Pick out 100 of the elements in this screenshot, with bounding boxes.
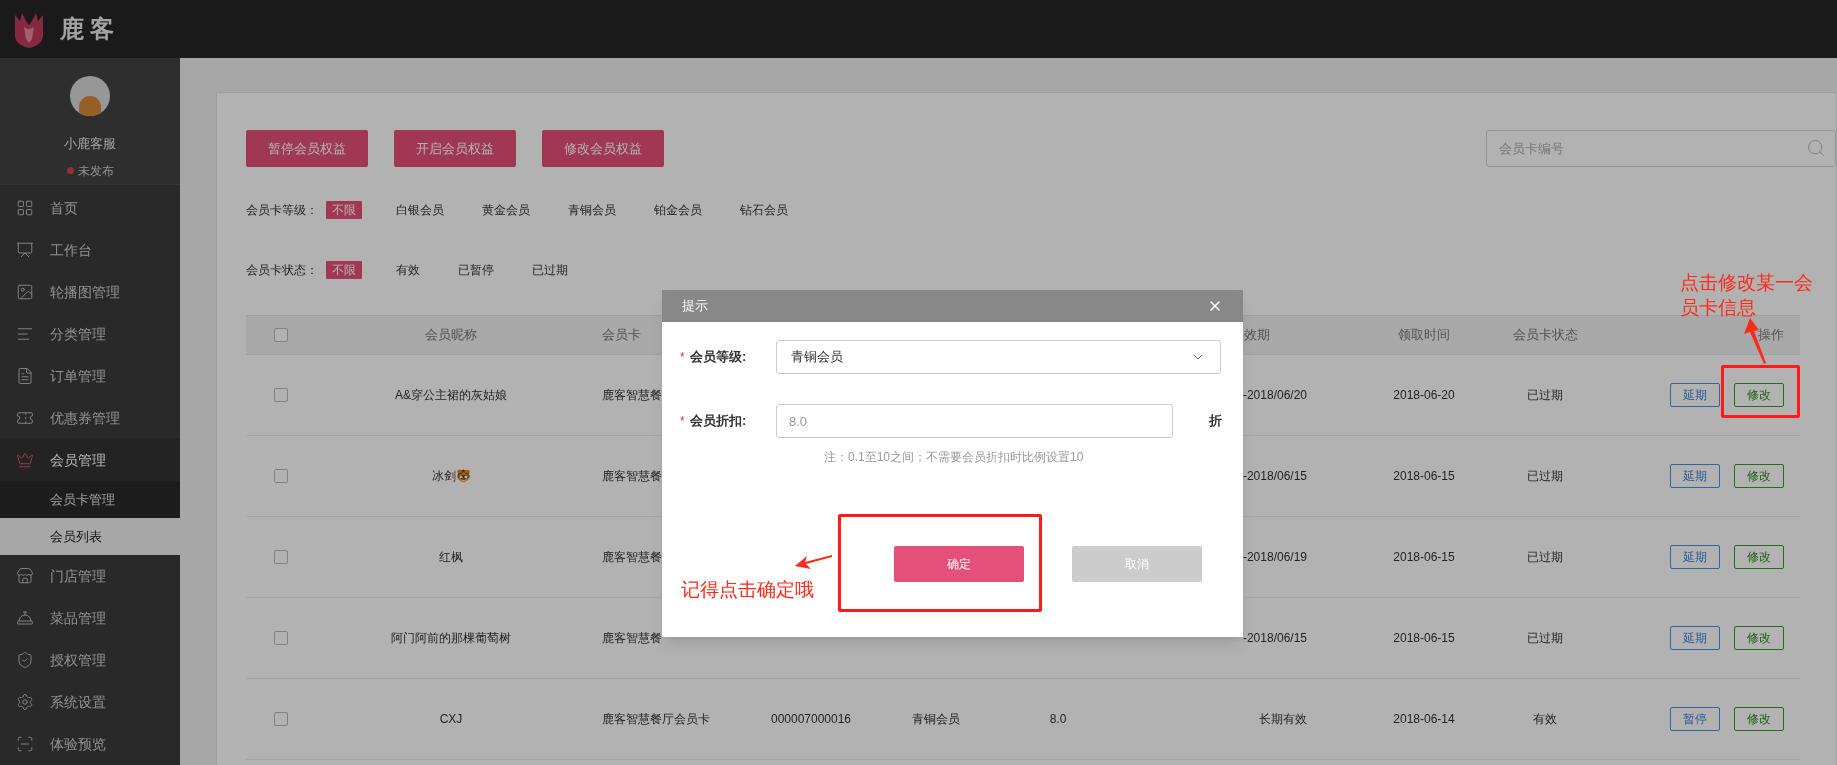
column-header: 会员昵称 [425,326,477,345]
table-cell-text: 8.0 [1049,711,1067,728]
extend-button[interactable]: 延期 [1670,383,1720,407]
row-checkbox[interactable] [274,631,288,645]
table-cell-text: 2018-06-14 [1393,711,1455,728]
table-cell-text: 2018-06-15 [1393,549,1455,566]
required-mark: * [680,413,685,430]
table-cell-text: 长期有效 [1259,711,1307,728]
extend-button[interactable]: 延期 [1670,545,1720,569]
action-button[interactable]: 修改会员权益 [542,130,664,167]
sidebar-item[interactable]: 菜品管理 [0,597,180,639]
field-label: 会员折扣: [690,412,748,431]
table-cell-text: 冰剑🐯 [431,468,471,485]
column-header: 操作 [1758,326,1784,345]
action-button[interactable]: 暂停会员权益 [246,130,368,167]
table-cell-text: -2018/06/15 [1242,468,1307,485]
row-checkbox[interactable] [274,712,288,726]
sidebar-item[interactable]: 工作台 [0,229,180,271]
row-checkbox[interactable] [274,550,288,564]
document-icon [16,367,34,385]
crown-icon [16,451,34,469]
table-cell-text: 鹿客智慧餐 [602,630,662,647]
sidebar-item[interactable]: 系统设置 [0,681,180,723]
column-header: 效期 [1244,326,1270,345]
row-checkbox[interactable] [274,388,288,402]
column-header: 会员卡状态 [1512,326,1578,345]
confirm-button[interactable]: 确定 [894,546,1024,582]
table-cell-text: 000007000016 [770,711,852,728]
row-checkbox[interactable] [274,469,288,483]
table-cell-text: CXJ [439,711,463,728]
select-all-checkbox[interactable] [274,328,288,342]
filter-label: 会员卡等级： [246,202,319,219]
sidebar-item[interactable]: 分类管理 [0,313,180,355]
table-cell-text: 2018-06-15 [1393,630,1455,647]
table-cell-text: 已过期 [1527,468,1563,485]
table-cell-text: 已过期 [1527,549,1563,566]
table-cell-text: 已过期 [1527,387,1563,404]
filter-option[interactable]: 钻石会员 [734,201,794,219]
settings-icon [16,693,34,711]
annotation-text: 点击修改某一会员卡信息 [1680,271,1814,320]
edit-button[interactable]: 修改 [1734,545,1784,569]
table-cell-text: 鹿客智慧餐 [602,387,662,404]
search-icon[interactable] [1806,138,1826,158]
annotation-arrow [793,553,833,571]
filter-option[interactable]: 黄金会员 [476,201,536,219]
edit-button[interactable]: 修改 [1734,383,1784,407]
sidebar-item[interactable]: 门店管理 [0,555,180,597]
discount-unit: 折 [1209,412,1222,431]
discount-input[interactable]: 8.0 [776,404,1173,438]
table-cell-text: 有效 [1533,711,1557,728]
extend-button[interactable]: 延期 [1670,626,1720,650]
column-header: 领取时间 [1398,326,1450,345]
annotation-text: 记得点击确定哦 [681,578,814,602]
filter-option[interactable]: 不限 [326,261,362,279]
table-cell-text: 红枫 [439,549,463,566]
filter-option[interactable]: 已暂停 [452,261,500,279]
profile-status: 未发布 [77,162,114,180]
sidebar-item[interactable]: 首页 [0,187,180,229]
table-cell-text: 鹿客智慧餐厅会员卡 [602,711,710,728]
extend-button[interactable]: 延期 [1670,464,1720,488]
level-select[interactable]: 青铜会员 [776,340,1221,374]
edit-button[interactable]: 修改 [1734,626,1784,650]
monitor-icon [16,241,34,259]
sidebar-item[interactable]: 会员管理 [0,439,180,481]
filter-option[interactable]: 青铜会员 [562,201,622,219]
avatar [70,76,110,116]
dialog-title: 提示 [682,297,708,316]
bell-icon [16,609,34,627]
table-cell-text: 2018-06-15 [1393,468,1455,485]
sidebar-item[interactable]: 授权管理 [0,639,180,681]
filter-label: 会员卡状态： [246,262,319,279]
edit-button[interactable]: 修改 [1734,464,1784,488]
store-icon [16,567,34,585]
required-mark: * [680,349,685,366]
filter-option[interactable]: 铂金会员 [648,201,708,219]
lines-icon [16,325,34,343]
filter-option[interactable]: 有效 [390,261,426,279]
profile-name: 小鹿客服 [64,135,116,153]
scan-icon [16,735,34,753]
edit-button[interactable]: 修改 [1734,707,1784,731]
filter-option[interactable]: 已过期 [526,261,574,279]
table-cell-text: 2018-06-20 [1393,387,1455,404]
table-cell-text: -2018/06/19 [1242,549,1307,566]
shield-icon [16,651,34,669]
sidebar-item[interactable]: 轮播图管理 [0,271,180,313]
table-cell-text: A&穿公主裙的灰姑娘 [395,387,507,404]
filter-option[interactable]: 白银会员 [390,201,450,219]
sidebar-subitem[interactable]: 会员列表 [0,518,180,555]
table-cell-text: 阿门阿前的那棵葡萄树 [391,630,511,647]
filter-option[interactable]: 不限 [326,201,362,219]
table-cell-text: -2018/06/20 [1242,387,1307,404]
discount-note: 注：0.1至10之间；不需要会员折扣时比例设置10 [824,449,1085,466]
pause-button[interactable]: 暂停 [1670,707,1720,731]
column-header: 会员卡 [602,326,641,345]
brand-name: 鹿客 [60,14,120,44]
action-button[interactable]: 开启会员权益 [394,130,516,167]
sidebar-item[interactable]: 优惠券管理 [0,397,180,439]
sidebar-item[interactable]: 体验预览 [0,723,180,765]
sidebar-item[interactable]: 订单管理 [0,355,180,397]
sidebar-subitem[interactable]: 会员卡管理 [0,481,180,518]
